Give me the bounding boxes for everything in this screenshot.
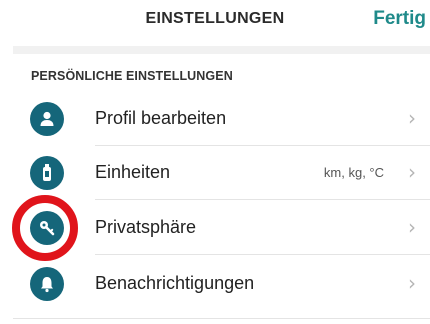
bell-icon: [30, 267, 64, 301]
chevron-right-icon: ›: [408, 215, 416, 239]
row-divider: [95, 254, 430, 255]
person-icon: [30, 102, 64, 136]
navigation-bar: EINSTELLUNGEN Fertig: [0, 0, 430, 44]
settings-item-label: Einheiten: [95, 162, 171, 182]
settings-item-units[interactable]: Einheiten km, kg, °C ›: [0, 146, 430, 200]
bottle-icon: [30, 156, 64, 190]
highlight-circle-annotation: [12, 195, 78, 261]
section-header-personal-settings: PERSÖNLICHE EINSTELLUNGEN: [31, 69, 233, 83]
chevron-right-icon: ›: [408, 160, 416, 184]
done-button[interactable]: Fertig: [373, 8, 426, 30]
settings-item-label: Benachrichtigungen: [95, 273, 255, 293]
chevron-right-icon: ›: [408, 106, 416, 130]
header-divider: [13, 46, 430, 54]
settings-item-edit-profile[interactable]: Profil bearbeiten ›: [0, 92, 430, 146]
settings-item-label: Profil bearbeiten: [95, 108, 227, 128]
settings-item-notifications[interactable]: Benachrichtigungen ›: [0, 257, 430, 311]
units-value: km, kg, °C: [323, 165, 384, 180]
chevron-right-icon: ›: [408, 271, 416, 295]
bottom-divider: [13, 318, 430, 319]
settings-item-label: Privatsphäre: [95, 217, 197, 237]
row-divider: [95, 199, 430, 200]
page-title: EINSTELLUNGEN: [145, 10, 285, 27]
